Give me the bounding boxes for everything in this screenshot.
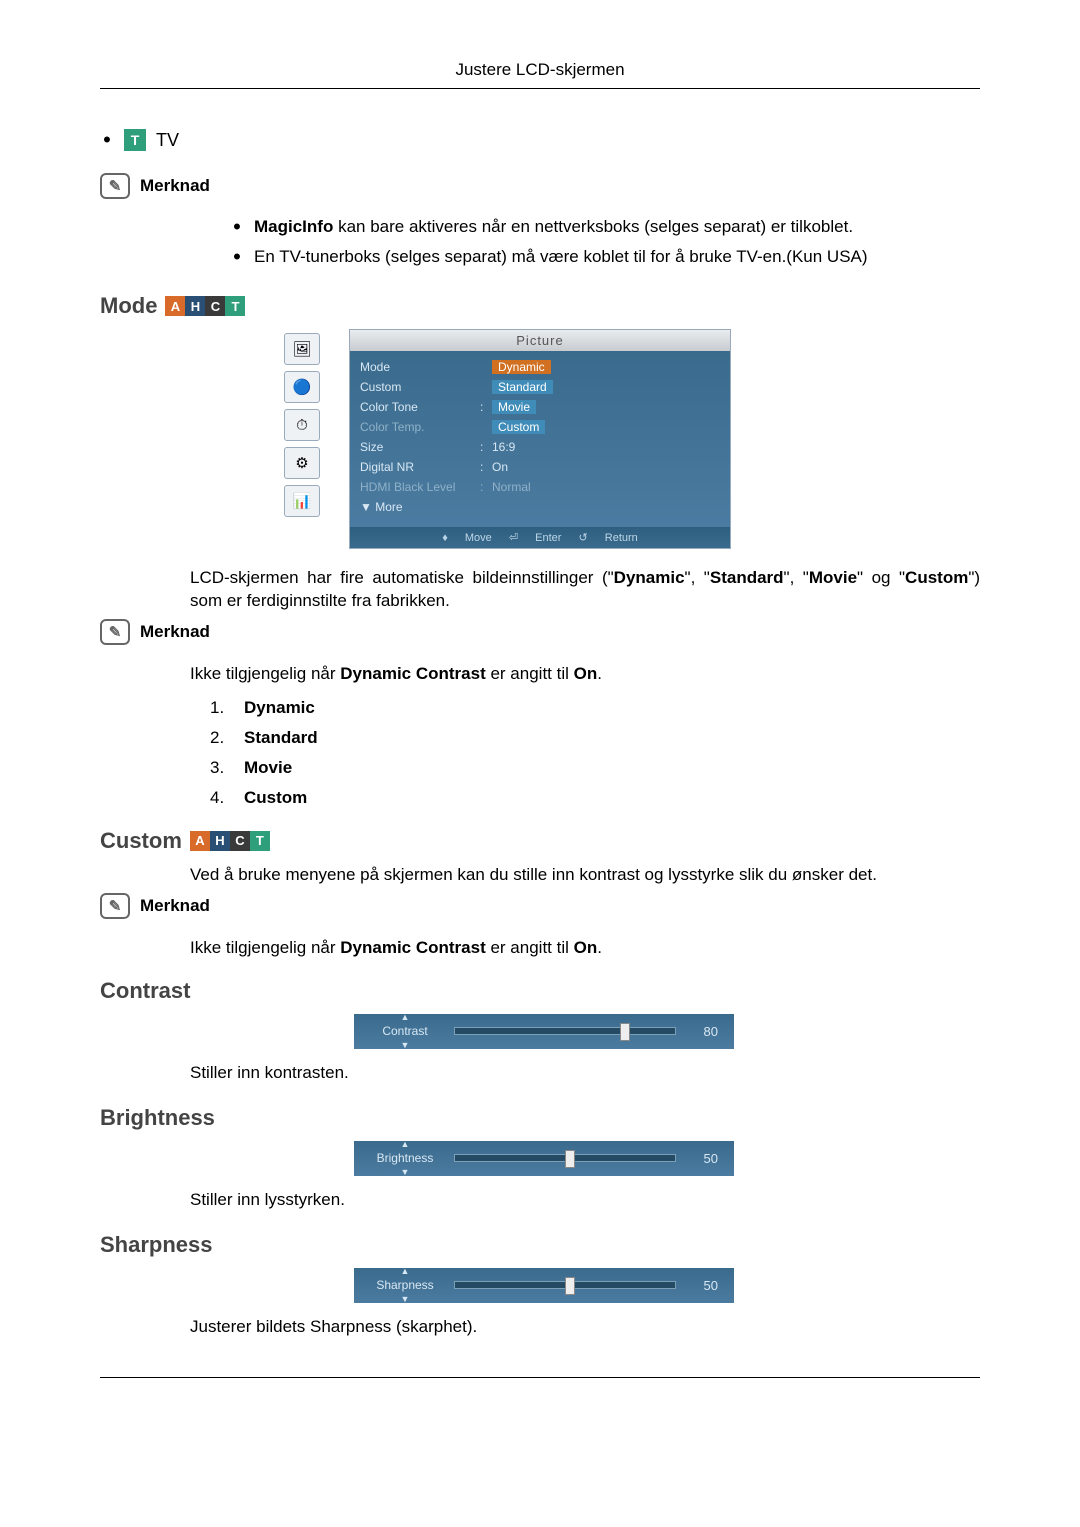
osd-menu: Picture Mode Dynamic Custom Standard Color… xyxy=(349,329,731,549)
sharpness-title: Sharpness xyxy=(100,1232,980,1258)
custom-note-text: Ikke tilgjengelig når Dynamic Contrast e… xyxy=(190,937,980,960)
osd-icon-3: ⏱ xyxy=(284,409,320,441)
badge-t: T xyxy=(250,831,270,851)
sharpness-desc: Justerer bildets Sharpness (skarphet). xyxy=(190,1317,980,1337)
osd-value: Custom xyxy=(492,420,545,434)
custom-paragraph: Ved å bruke menyene på skjermen kan du s… xyxy=(190,864,980,887)
mode-title: Mode xyxy=(100,293,157,319)
mode-title-row: Mode A H C T xyxy=(100,293,980,319)
note-label: Merknad xyxy=(140,622,210,642)
slider-knob xyxy=(565,1150,575,1168)
slider-value: 50 xyxy=(690,1151,718,1166)
brightness-title: Brightness xyxy=(100,1105,980,1131)
slider-knob xyxy=(620,1023,630,1041)
mode-note-text: Ikke tilgjengelig når Dynamic Contrast e… xyxy=(190,663,980,686)
osd-value: Movie xyxy=(492,400,536,414)
osd-label: HDMI Black Level xyxy=(360,480,480,494)
osd-value: Standard xyxy=(492,380,553,394)
slider-label: Brightness xyxy=(370,1151,440,1165)
osd-icon-4: ⚙ xyxy=(284,447,320,479)
mode-list-1: 1.Dynamic xyxy=(210,698,980,718)
note1-text-1: kan bare aktiveres når en nettverksboks … xyxy=(333,217,853,236)
custom-title: Custom xyxy=(100,828,182,854)
note-label: Merknad xyxy=(140,176,210,196)
magicinfo-term: MagicInfo xyxy=(254,217,333,236)
osd-value: On xyxy=(492,460,720,474)
ahct-badges: A H C T xyxy=(190,831,270,851)
slider-track xyxy=(454,1027,676,1035)
page-header: Justere LCD-skjermen xyxy=(100,60,980,89)
badge-a: A xyxy=(190,831,210,851)
note1-text-2: En TV-tunerboks (selges separat) må være… xyxy=(254,247,868,267)
osd-label: Custom xyxy=(360,380,480,394)
note-icon: ✎ xyxy=(100,893,130,919)
ahct-badges: A H C T xyxy=(165,296,245,316)
osd-label: Digital NR xyxy=(360,460,480,474)
note1-bullet-1: • MagicInfo kan bare aktiveres når en ne… xyxy=(230,217,980,237)
tv-icon: T xyxy=(124,129,146,151)
note1-bullet-2: • En TV-tunerboks (selges separat) må væ… xyxy=(230,247,980,267)
sharpness-slider-img: Sharpness 50 xyxy=(354,1268,734,1303)
badge-h: H xyxy=(210,831,230,851)
badge-h: H xyxy=(185,296,205,316)
osd-icon-5: 📊 xyxy=(284,485,320,517)
badge-t: T xyxy=(225,296,245,316)
mode-list-3: 3.Movie xyxy=(210,758,980,778)
contrast-slider-img: Contrast 80 xyxy=(354,1014,734,1049)
mode-list-2: 2.Standard xyxy=(210,728,980,748)
note-icon: ✎ xyxy=(100,173,130,199)
osd-label: Mode xyxy=(360,360,480,374)
mode-list-4: 4.Custom xyxy=(210,788,980,808)
osd-footer: ♦ Move ⏎ Enter ↺ Return xyxy=(350,527,730,548)
badge-c: C xyxy=(230,831,250,851)
brightness-desc: Stiller inn lysstyrken. xyxy=(190,1190,980,1210)
slider-label: Contrast xyxy=(370,1024,440,1038)
custom-title-row: Custom A H C T xyxy=(100,828,980,854)
slider-knob xyxy=(565,1277,575,1295)
tv-row: • T TV xyxy=(100,129,980,151)
osd-value: 16:9 xyxy=(492,440,720,454)
osd-icon-1: 🖼 xyxy=(284,333,320,365)
osd-value: Dynamic xyxy=(492,360,551,374)
mode-paragraph: LCD-skjermen har fire automatiske bildei… xyxy=(190,567,980,613)
badge-a: A xyxy=(165,296,185,316)
osd-icon-2: 🔵 xyxy=(284,371,320,403)
slider-value: 50 xyxy=(690,1278,718,1293)
osd-more: ▼ More xyxy=(360,500,480,514)
slider-label: Sharpness xyxy=(370,1278,440,1292)
note-label: Merknad xyxy=(140,896,210,916)
osd-label: Size xyxy=(360,440,480,454)
contrast-title: Contrast xyxy=(100,978,980,1004)
badge-c: C xyxy=(205,296,225,316)
brightness-slider-img: Brightness 50 xyxy=(354,1141,734,1176)
osd-title: Picture xyxy=(350,330,730,351)
slider-value: 80 xyxy=(690,1024,718,1039)
osd-value: Normal xyxy=(492,480,720,494)
slider-track xyxy=(454,1154,676,1162)
contrast-desc: Stiller inn kontrasten. xyxy=(190,1063,980,1083)
slider-track xyxy=(454,1281,676,1289)
tv-label: TV xyxy=(156,130,179,151)
osd-label: Color Temp. xyxy=(360,420,480,434)
osd-sidebar-icons: 🖼 🔵 ⏱ ⚙ 📊 xyxy=(284,333,320,517)
note-icon: ✎ xyxy=(100,619,130,645)
osd-label: Color Tone xyxy=(360,400,480,414)
footer-rule xyxy=(100,1377,980,1378)
